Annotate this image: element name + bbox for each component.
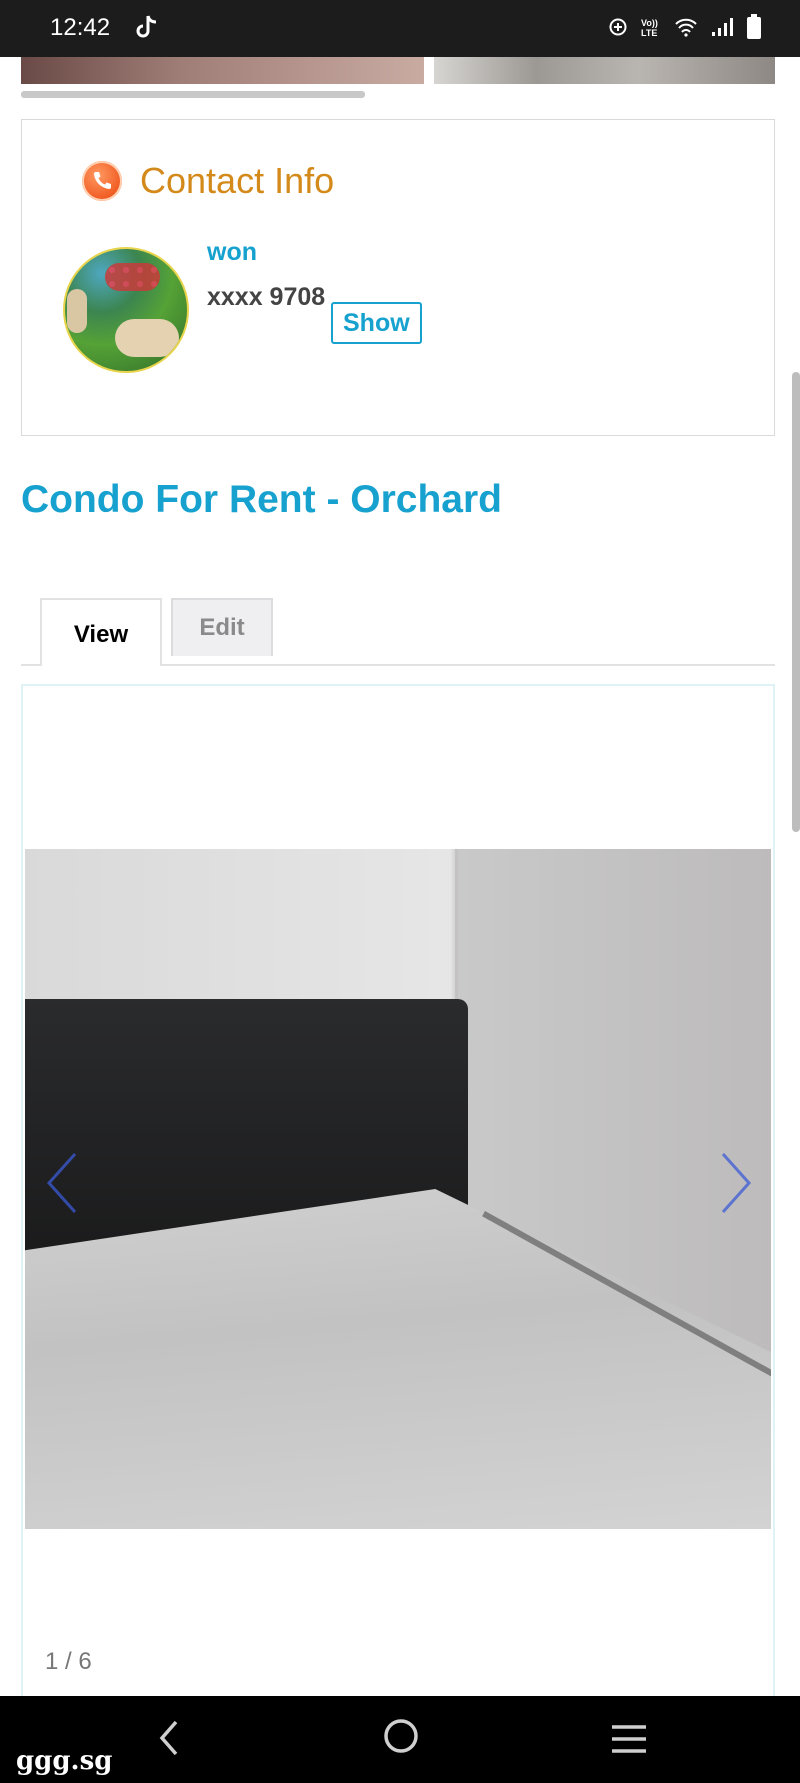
view-edit-tabs: View Edit bbox=[21, 596, 775, 666]
avatar-dog bbox=[115, 319, 179, 357]
contact-info-card: Contact Info won xxxx 9708 Show bbox=[21, 119, 775, 436]
horizontal-scrollbar[interactable] bbox=[21, 91, 365, 98]
tiktok-icon bbox=[136, 14, 158, 45]
avatar-dog bbox=[67, 289, 87, 333]
home-icon[interactable] bbox=[381, 1716, 421, 1761]
volte-icon: Vo)) LTE bbox=[640, 16, 662, 43]
signal-icon bbox=[710, 17, 734, 42]
contact-info-title: Contact Info bbox=[140, 160, 335, 201]
back-icon[interactable] bbox=[154, 1718, 184, 1763]
chevron-left-icon[interactable] bbox=[41, 1148, 81, 1218]
page-scrollbar[interactable] bbox=[792, 372, 800, 832]
data-saver-icon bbox=[608, 17, 628, 42]
system-nav-bar bbox=[0, 1696, 800, 1783]
image-gallery: 1 / 6 bbox=[21, 684, 775, 1698]
chevron-right-icon[interactable] bbox=[717, 1148, 757, 1218]
wifi-icon bbox=[674, 17, 698, 42]
thumbnail-image[interactable] bbox=[21, 57, 424, 84]
gallery-counter: 1 / 6 bbox=[45, 1648, 92, 1675]
photo-mattress bbox=[25, 1189, 771, 1529]
status-icons: Vo)) LTE bbox=[608, 14, 762, 45]
tab-edit[interactable]: Edit bbox=[171, 598, 273, 656]
contact-name-link[interactable]: won bbox=[207, 238, 257, 267]
battery-icon bbox=[746, 14, 762, 45]
recents-icon[interactable] bbox=[609, 1722, 649, 1761]
tab-view[interactable]: View bbox=[40, 598, 162, 666]
thumbnail-image[interactable] bbox=[434, 57, 775, 84]
avatar-flowers bbox=[105, 263, 160, 291]
phone-icon bbox=[82, 161, 122, 201]
show-phone-button[interactable]: Show bbox=[331, 302, 422, 344]
contact-info-header: Contact Info bbox=[82, 160, 334, 202]
svg-text:LTE: LTE bbox=[641, 28, 657, 38]
contact-phone: xxxx 9708 bbox=[207, 283, 326, 311]
site-watermark: ggg.sg bbox=[16, 1746, 113, 1776]
avatar[interactable] bbox=[63, 247, 189, 373]
listing-title: Condo For Rent - Orchard bbox=[21, 478, 502, 521]
svg-text:Vo)): Vo)) bbox=[641, 18, 658, 28]
image-thumbnail-strip bbox=[0, 57, 800, 103]
status-bar: 12:42 Vo)) LTE bbox=[0, 0, 800, 57]
status-time: 12:42 bbox=[50, 14, 111, 41]
gallery-photo[interactable] bbox=[25, 849, 771, 1529]
